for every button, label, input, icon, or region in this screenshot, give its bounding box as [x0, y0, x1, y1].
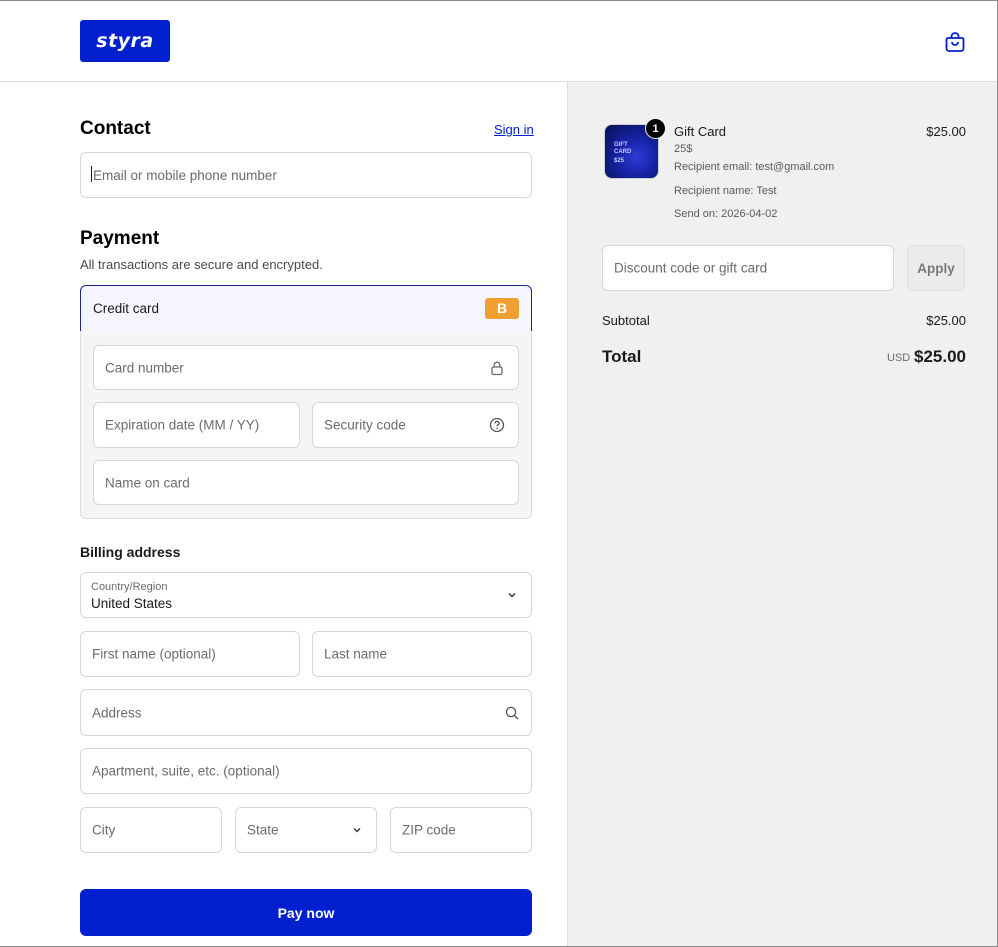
name-on-card-field[interactable]: Name on card — [93, 460, 519, 505]
apartment-field[interactable]: Apartment, suite, etc. (optional) — [80, 748, 532, 794]
credit-card-option[interactable]: Credit card B — [80, 285, 532, 332]
total-label: Total — [602, 347, 642, 366]
item-variant: 25$ — [674, 143, 693, 155]
last-name-field[interactable]: Last name — [312, 631, 532, 677]
city-placeholder: City — [92, 822, 116, 838]
payment-title: Payment — [80, 228, 160, 249]
email-field[interactable] — [80, 152, 532, 198]
zip-placeholder: ZIP code — [402, 822, 456, 838]
card-number-field[interactable]: Card number — [93, 345, 519, 390]
help-circle-icon[interactable] — [489, 417, 505, 433]
total-currency: USD — [887, 352, 911, 364]
address-placeholder: Address — [92, 705, 142, 720]
payment-provider-badge: B — [485, 298, 519, 319]
country-select[interactable]: Country/Region United States — [80, 572, 532, 618]
expiry-placeholder: Expiration date (MM / YY) — [105, 417, 260, 433]
security-code-field[interactable]: Security code — [312, 402, 519, 448]
expiry-field[interactable]: Expiration date (MM / YY) — [93, 402, 300, 448]
security-code-placeholder: Security code — [324, 417, 406, 433]
search-icon — [505, 706, 519, 719]
subtotal-label: Subtotal — [602, 313, 650, 328]
recipient-email: Recipient email: test@gmail.com — [674, 161, 835, 173]
first-name-field[interactable]: First name (optional) — [80, 631, 300, 677]
header: styra — [0, 1, 997, 82]
quantity-badge: 1 — [645, 118, 666, 139]
subtotal-value: $25.00 — [926, 313, 966, 328]
discount-field[interactable]: Discount code or gift card — [602, 245, 894, 291]
total-value: $25.00 — [914, 347, 966, 366]
state-placeholder: State — [247, 822, 279, 838]
lock-icon — [491, 361, 503, 375]
first-name-placeholder: First name (optional) — [92, 646, 216, 662]
apartment-placeholder: Apartment, suite, etc. (optional) — [92, 763, 280, 779]
address-field[interactable]: Address — [80, 689, 532, 736]
name-on-card-placeholder: Name on card — [105, 475, 190, 490]
chevron-down-icon — [353, 828, 361, 833]
shopping-bag-icon[interactable] — [944, 31, 966, 53]
country-label: Country/Region — [91, 581, 168, 593]
pay-now-button[interactable]: Pay now — [80, 889, 532, 936]
logo-text: styra — [96, 30, 154, 52]
order-summary-panel — [567, 82, 997, 946]
apply-button[interactable]: Apply — [907, 245, 965, 291]
state-select[interactable]: State — [235, 807, 377, 853]
chevron-down-icon — [508, 593, 516, 598]
city-field[interactable]: City — [80, 807, 222, 853]
send-date: Send on: 2026-04-02 — [674, 208, 778, 220]
email-input[interactable] — [81, 153, 531, 197]
thumbnail-text: GIFT CARD — [614, 142, 632, 155]
item-price: $25.00 — [926, 124, 966, 139]
sign-in-link[interactable]: Sign in — [494, 122, 534, 137]
payment-subtitle: All transactions are secure and encrypte… — [80, 257, 323, 272]
contact-title: Contact — [80, 118, 151, 139]
credit-card-label: Credit card — [93, 301, 160, 316]
card-number-placeholder: Card number — [105, 360, 184, 375]
item-name: Gift Card — [674, 124, 727, 139]
store-logo[interactable]: styra — [80, 20, 170, 62]
text-caret — [91, 166, 92, 182]
billing-title: Billing address — [80, 544, 181, 560]
discount-placeholder: Discount code or gift card — [614, 260, 768, 276]
country-value: United States — [91, 596, 173, 611]
thumbnail-amount: $25 — [614, 158, 625, 164]
last-name-placeholder: Last name — [324, 646, 388, 662]
recipient-name: Recipient name: Test — [674, 185, 777, 197]
zip-field[interactable]: ZIP code — [390, 807, 532, 853]
